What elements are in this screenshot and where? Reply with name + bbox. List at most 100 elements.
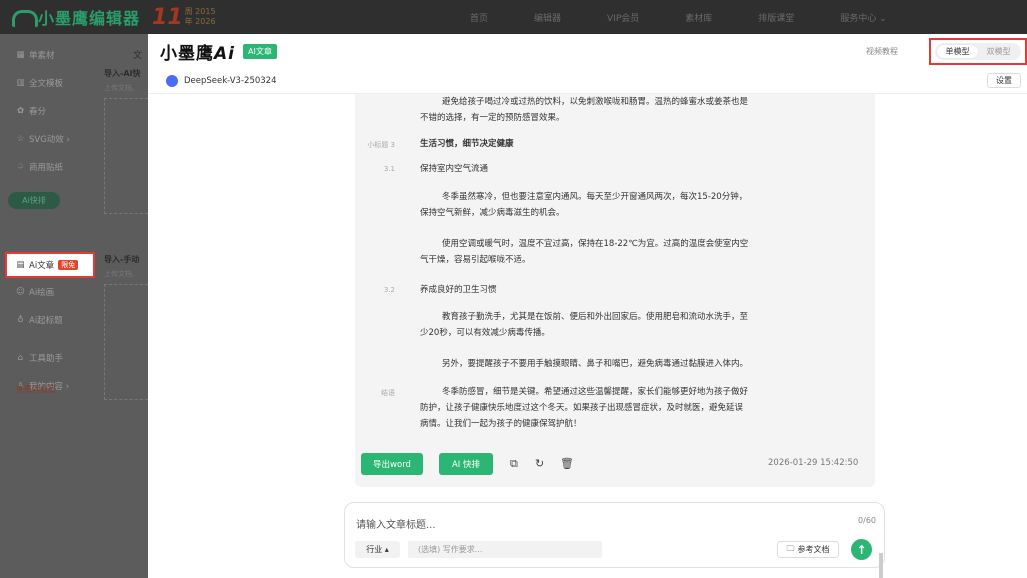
double-model-option[interactable]: 双模型 — [978, 45, 1019, 58]
top-nav: 首页 编辑器 VIP会员 素材库 排版课堂 服务中心 ⌄ — [470, 0, 887, 34]
sidebar-item-ai-article[interactable]: ▤ Ai文章 限免 — [5, 252, 95, 278]
scrollbar[interactable] — [879, 553, 883, 578]
paragraph: 冬季防感冒，细节是关键。希望通过这些温馨提醒，家长们能够更好地为孩子做好 — [442, 387, 749, 397]
sidebar-item-templates[interactable]: ▥ 全文模板 — [16, 77, 63, 89]
paragraph: 病情。让我们一起为孩子的健康保驾护航！ — [420, 419, 582, 429]
heading-label: 小标题 3 — [367, 141, 395, 149]
upload-area[interactable] — [104, 98, 148, 214]
nav-materials[interactable]: 素材库 — [685, 11, 712, 24]
ai-layout-button[interactable]: AI 快排 — [439, 453, 493, 475]
subheading: 保持室内空气流通 — [420, 164, 489, 174]
nav-vip[interactable]: VIP会员 — [607, 11, 639, 24]
sidebar-item-stickers[interactable]: ♤ 商用贴纸 — [16, 161, 63, 173]
reference-doc-label: 参考文档 — [797, 545, 830, 554]
free-vip-link[interactable]: 免费领会员 — [16, 384, 56, 395]
industry-select[interactable]: 行业 ▴ — [355, 541, 400, 558]
flower-icon: ✿ — [16, 106, 25, 116]
sidebar-item-label: 春分 — [29, 107, 47, 117]
single-model-option[interactable]: 单模型 — [937, 45, 978, 58]
paragraph: 另外，要提醒孩子不要用手触摸眼睛、鼻子和嘴巴，避免病毒通过黏膜进入体内。 — [442, 359, 749, 369]
paragraph: 教育孩子勤洗手，尤其是在饭前、便后和外出回家后。使用肥皂和流动水洗手，至 — [442, 312, 749, 322]
anniversary-number: 11 — [152, 4, 183, 30]
upload-area-2[interactable] — [104, 284, 148, 400]
title-icon: ♁ — [17, 315, 24, 325]
sidebar-ai-quick[interactable]: Ai快排 — [8, 192, 60, 209]
sidebar-item-label: 全文模板 — [29, 79, 64, 89]
sidebar-item-label: Ai绘画 — [29, 288, 55, 298]
refresh-icon[interactable]: ↻ — [535, 457, 544, 470]
top-bar: 小墨鹰编辑器 11 周 2015 年 2026 首页 编辑器 VIP会员 素材库… — [0, 0, 1027, 34]
ai-article-tag: AI文章 — [242, 43, 277, 59]
nav-editor[interactable]: 编辑器 — [534, 11, 561, 24]
sidebar-item-label: 单素材 — [29, 51, 55, 61]
export-word-button[interactable]: 导出word — [361, 453, 423, 475]
sidebar-item-label: Ai起标题 — [29, 316, 63, 326]
paragraph: 避免给孩子喝过冷或过热的饮料，以免刺激喉咙和肠胃。温热的蜂蜜水或姜茶也是 — [442, 97, 749, 107]
anniversary-badge: 11 周 2015 年 2026 — [152, 5, 216, 30]
import-ai-sub: 上传文档, — [104, 84, 135, 92]
sidebar-item-spring[interactable]: ✿ 春分 — [16, 105, 46, 117]
timestamp: 2026-01-29 15:42:50 — [768, 458, 859, 468]
sidebar-item-svg[interactable]: ☆ SVG动效 › — [16, 133, 70, 145]
nav-home[interactable]: 首页 — [470, 11, 488, 24]
article-card: 避免给孩子喝过冷或过热的饮料，以免刺激喉咙和肠胃。温热的蜂蜜水或姜茶也是 不错的… — [355, 94, 875, 487]
sticker-icon: ♤ — [16, 162, 25, 172]
sidebar-item-tools[interactable]: ⌂ 工具助手 — [16, 352, 63, 364]
palette-icon: ☺ — [16, 287, 25, 297]
section-label: 3.2 — [383, 286, 395, 294]
title-input[interactable]: 请输入文章标题... — [356, 516, 436, 531]
import-manual-sub: 上传文档, — [104, 270, 135, 278]
sidebar-item-ai-draw[interactable]: ☺ Ai绘画 — [16, 286, 54, 298]
anniversary-line2: 年 2026 — [184, 17, 216, 26]
deepseek-icon — [166, 74, 178, 87]
paragraph: 保持空气新鲜，减少病毒滋生的机会。 — [420, 208, 565, 218]
article-input-box: 请输入文章标题... 0/60 行业 ▴ (选填) 写作要求... 🗀 参考文档 … — [344, 502, 885, 568]
folder-icon: 🗀 — [786, 543, 795, 553]
template-icon: ▥ — [16, 78, 25, 88]
grid-icon: ▦ — [16, 50, 25, 60]
conclusion-label: 结语 — [381, 389, 395, 397]
settings-button[interactable]: 设置 — [987, 73, 1021, 88]
reference-doc-button[interactable]: 🗀 参考文档 — [777, 541, 839, 558]
model-name[interactable]: DeepSeek-V3-250324 — [184, 76, 276, 86]
subheading: 养成良好的卫生习惯 — [420, 285, 497, 295]
paragraph: 冬季虽然寒冷，但也要注意室内通风。每天至少开窗通风两次，每次15-20分钟， — [442, 192, 748, 202]
char-count: 0/60 — [858, 516, 876, 525]
sidebar-item-ai-title[interactable]: ♁ Ai起标题 — [16, 314, 63, 326]
nav-service[interactable]: 服务中心 ⌄ — [840, 11, 886, 24]
sidebar-item-single[interactable]: ▦ 单素材 — [16, 49, 55, 61]
tools-icon: ⌂ — [17, 353, 24, 363]
brand-title: 小墨鹰Ai — [160, 43, 235, 64]
sidebar-item-label: 商用贴纸 — [29, 163, 64, 173]
ai-article-modal: 小墨鹰Ai AI文章 视频教程 单模型 双模型 DeepSeek-V3-2503… — [148, 34, 1027, 578]
paragraph: 少20秒，可以有效减少病毒传播。 — [420, 328, 550, 338]
sidebar-item-label: Ai文章 — [29, 261, 55, 271]
paragraph: 防护，让孩子健康快乐地度过这个冬天。如果孩子出现感冒症状，及时就医，避免延误 — [420, 403, 744, 413]
logo-text: 小墨鹰编辑器 — [38, 9, 141, 28]
dimmed-text: 文 — [133, 51, 143, 61]
sidebar-item-label: SVG动效 › — [29, 135, 70, 145]
modal-header: 小墨鹰Ai AI文章 视频教程 单模型 双模型 — [148, 34, 1027, 68]
nav-classroom[interactable]: 排版课堂 — [758, 11, 794, 24]
requirement-input[interactable]: (选填) 写作要求... — [408, 541, 602, 558]
paragraph: 使用空调或暖气时，温度不宜过高，保持在18-22℃为宜。过高的温度会使室内空 — [442, 239, 749, 249]
paragraph: 不错的选择，有一定的预防感冒效果。 — [420, 113, 565, 123]
star-icon: ☆ — [16, 134, 25, 144]
paragraph: 气干燥，容易引起喉咙不适。 — [420, 255, 531, 265]
eagle-logo-icon — [10, 8, 38, 27]
copy-icon[interactable]: ⧉ — [510, 457, 518, 471]
heading: 生活习惯，细节决定健康 — [420, 139, 514, 149]
site-logo[interactable]: 小墨鹰编辑器 — [10, 5, 140, 29]
anniversary-line1: 周 2015 — [184, 7, 216, 16]
trash-icon[interactable]: 🗑 — [560, 457, 574, 470]
model-bar: DeepSeek-V3-250324 设置 — [148, 68, 1027, 94]
import-ai-title: 导入-AI快 — [104, 69, 141, 78]
sidebar: ▦ 单素材 ▥ 全文模板 ✿ 春分 ☆ SVG动效 › ♤ 商用贴纸 Ai快排 ▤ Ai文… — [0, 34, 100, 578]
dimmed-panel: 文 导入-AI快 上传文档, 导入-手动 上传文档, — [100, 34, 148, 578]
section-label: 3.1 — [383, 165, 395, 173]
video-tutorial-link[interactable]: 视频教程 — [866, 46, 898, 57]
send-arrow-icon[interactable]: ↑ — [851, 539, 872, 560]
free-badge: 限免 — [58, 260, 79, 270]
sidebar-item-label: 工具助手 — [29, 354, 64, 364]
document-icon: ▤ — [16, 260, 25, 270]
